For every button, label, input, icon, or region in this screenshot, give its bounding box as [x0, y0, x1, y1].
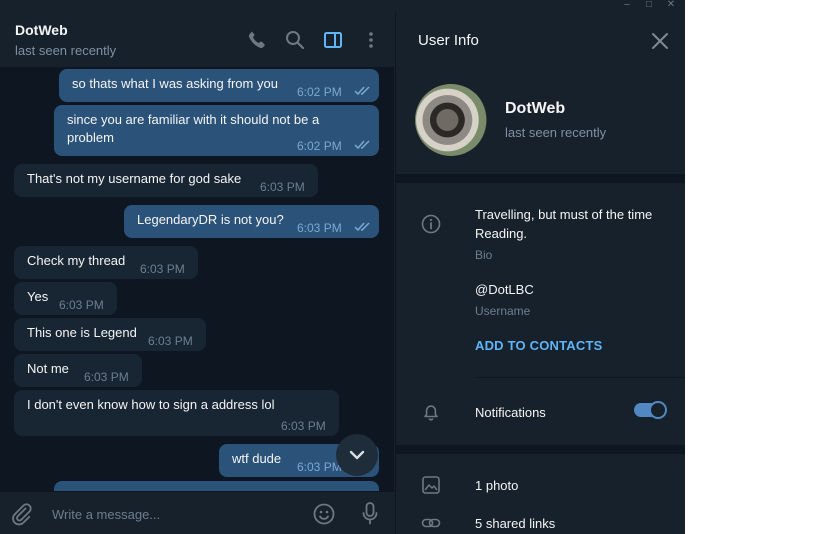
profile-name: DotWeb [505, 100, 566, 117]
double-check-icon [354, 140, 370, 150]
message-composer [0, 491, 394, 534]
message-time: 6:02 PM [297, 139, 342, 153]
message-time: 6:03 PM [59, 298, 104, 312]
notifications-toggle[interactable] [634, 401, 667, 419]
photo-icon [422, 476, 440, 494]
info-icon [421, 214, 441, 234]
message-time: 6:03 PM [260, 180, 305, 194]
message-text: Check my thread [27, 253, 126, 268]
message-bubble[interactable]: Check my thread 6:03 PM [14, 246, 198, 279]
user-info-panel: User Info DotWeb last seen recently Trav… [395, 12, 685, 534]
message-text: wtf dude [232, 451, 282, 466]
profile-status: last seen recently [505, 125, 607, 140]
section-divider [396, 445, 685, 454]
phone-icon[interactable] [245, 28, 269, 52]
message-bubble[interactable]: This one is Legend 6:03 PM [14, 318, 206, 351]
avatar[interactable] [415, 84, 487, 156]
chat-header[interactable]: DotWeb last seen recently [0, 12, 394, 68]
chat-title[interactable]: DotWeb [15, 22, 68, 38]
close-icon[interactable] [649, 30, 671, 52]
message-bubble[interactable]: I don't even know how to sign a address … [14, 390, 339, 436]
close-window-button[interactable]: ✕ [660, 0, 682, 12]
photos-link[interactable]: 1 photo [475, 478, 518, 493]
microphone-icon[interactable] [358, 501, 382, 527]
message-bubble[interactable]: LegendaryDR is not you? 6:03 PM [124, 205, 379, 238]
message-time: 6:03 PM [140, 262, 185, 276]
chevron-down-icon [349, 450, 365, 460]
message-bubble[interactable]: That's not my username for god sake 6:03… [14, 164, 318, 197]
section-divider [396, 174, 685, 183]
message-text: since you are familiar with it should no… [67, 112, 320, 127]
notifications-label: Notifications [475, 405, 546, 420]
message-text: LegendaryDR is not you? [137, 212, 284, 227]
more-vertical-icon[interactable] [359, 28, 383, 52]
message-bubble[interactable]: Not me 6:03 PM [14, 354, 142, 387]
message-time: 6:03 PM [148, 334, 193, 348]
minimize-button[interactable]: – [616, 0, 638, 12]
message-time: 6:03 PM [297, 221, 342, 235]
message-time: 6:03 PM [297, 460, 342, 474]
paperclip-icon[interactable] [9, 502, 33, 526]
link-icon [421, 518, 441, 528]
username-label: Username [475, 304, 531, 318]
divider [475, 377, 685, 378]
chat-pane: DotWeb last seen recently so thats what … [0, 12, 394, 534]
message-time: 6:02 PM [297, 85, 342, 99]
emoji-icon[interactable] [312, 502, 336, 526]
message-list[interactable]: so thats what I was asking from you 6:02… [0, 68, 394, 491]
message-bubble[interactable]: since you are familiar with it should no… [54, 105, 379, 156]
message-text: problem [67, 130, 114, 145]
message-bubble[interactable]: Yes 6:03 PM [14, 282, 117, 315]
double-check-icon [354, 222, 370, 232]
message-input[interactable] [50, 500, 294, 528]
search-icon[interactable] [283, 28, 307, 52]
double-check-icon [354, 86, 370, 96]
message-bubble[interactable] [54, 481, 379, 491]
message-time: 6:03 PM [84, 370, 129, 384]
telegram-window: – □ ✕ DotWeb last seen recently so thats… [0, 0, 685, 534]
chat-status: last seen recently [15, 43, 117, 58]
bell-icon [424, 405, 438, 421]
message-text: so thats what I was asking from you [72, 76, 278, 91]
message-text: Yes [27, 289, 49, 304]
username-value[interactable]: @DotLBC [475, 282, 534, 297]
toggle-knob [649, 401, 667, 419]
message-text: That's not my username for god sake [27, 171, 242, 186]
message-text: I don't even know how to sign a address … [27, 397, 275, 412]
scroll-down-button[interactable] [336, 434, 378, 476]
bio-text: Travelling, but must of the time Reading… [475, 207, 653, 241]
message-text: Not me [27, 361, 69, 376]
message-time: 6:03 PM [281, 419, 326, 433]
panel-title: User Info [418, 32, 479, 49]
title-bar: – □ ✕ [0, 0, 685, 12]
sidebar-toggle-icon[interactable] [321, 28, 345, 52]
bio-label: Bio [475, 248, 493, 262]
maximize-button[interactable]: □ [638, 0, 660, 12]
message-bubble[interactable]: so thats what I was asking from you 6:02… [59, 69, 379, 102]
shared-links-item[interactable]: 5 shared links [475, 516, 555, 531]
message-text: This one is Legend [27, 325, 137, 340]
add-to-contacts-button[interactable]: ADD TO CONTACTS [475, 338, 602, 353]
